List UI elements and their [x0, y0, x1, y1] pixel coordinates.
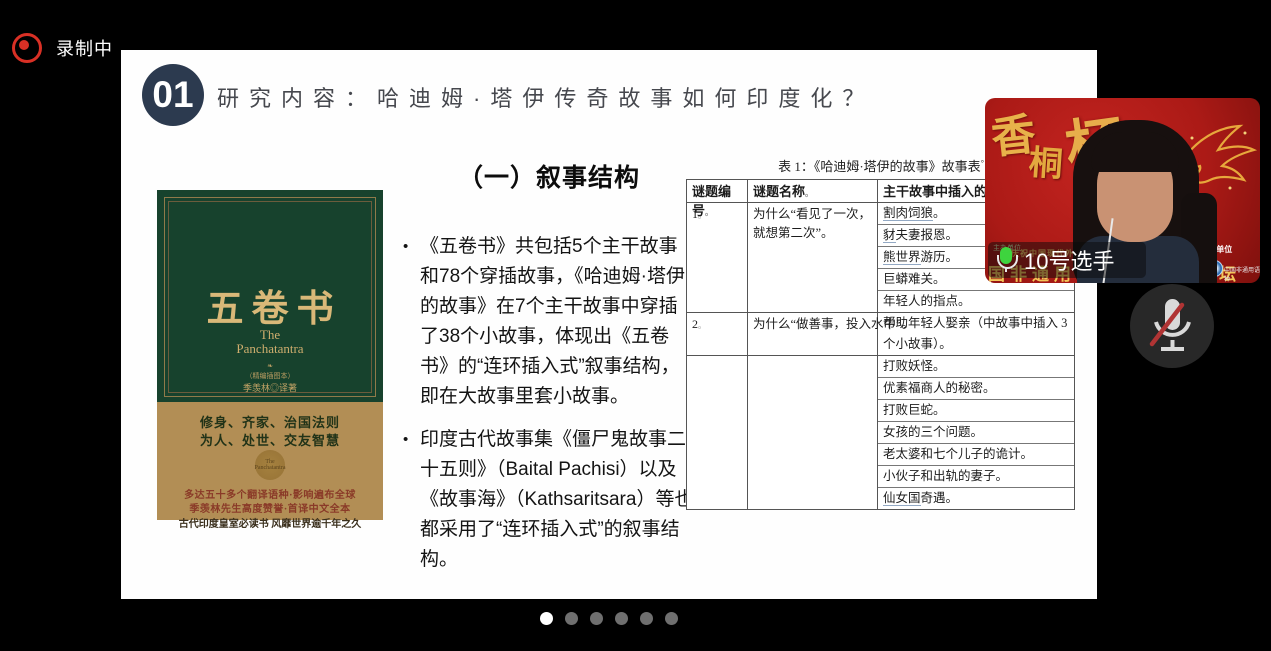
story-item: 仙女国奇遇。: [878, 488, 1074, 509]
cell-riddle-name: 为什么“看见了一次，就想第二次”。: [748, 203, 878, 313]
banner-calligraphy: 桐: [1027, 135, 1064, 186]
cell-riddle-id: 1: [687, 203, 748, 313]
book-promo-line2: 季羡林先生高度赞誉·首译中文全本: [157, 500, 383, 515]
presentation-slide: 01 研究内容：哈迪姆·塔伊传奇故事如何印度化？ 五卷书 The Panchat…: [121, 50, 1097, 599]
microphone-muted-button[interactable]: [1130, 284, 1214, 368]
slide-number-badge: 01: [142, 64, 204, 126]
story-item: 打败妖怪。: [878, 356, 1074, 378]
pagination-dot[interactable]: [565, 612, 578, 625]
bullet-list: 《五卷书》共包括5个主干故事和78个穿插故事，《哈迪姆·塔伊的故事》在7个主干故…: [403, 232, 695, 575]
cell-riddle-id: [687, 356, 748, 510]
mic-muted-icon: [1130, 284, 1214, 368]
cell-stories: 打败妖怪。 优素福商人的秘密。 打败巨蛇。 女孩的三个问题。 老太婆和七个儿子的…: [878, 356, 1075, 510]
story-item: 帮助年轻人娶亲（中故事中插入 3 个小故事）。: [878, 313, 1074, 355]
pagination-dot[interactable]: [665, 612, 678, 625]
participant-name-badge: 10号选手: [988, 242, 1146, 278]
book-band-line2: 为人、处世、交友智慧: [157, 430, 383, 449]
pagination-dot[interactable]: [640, 612, 653, 625]
book-ornament-icon: ❧: [157, 362, 383, 370]
story-item: 女孩的三个问题。: [878, 422, 1074, 444]
book-band-line1: 修身、齐家、治国法则: [157, 412, 383, 431]
pagination-dot[interactable]: [590, 612, 603, 625]
book-title: 五卷书: [157, 278, 383, 332]
header-riddle-id: 谜题编号: [687, 180, 748, 203]
section-heading: （一）叙事结构: [403, 158, 695, 194]
table-row: 2 为什么“做善事，投入水中”。 帮助年轻人娶亲（中故事中插入 3 个小故事）。: [687, 313, 1076, 356]
header-riddle-name: 谜题名称: [748, 180, 878, 203]
table-row: 打败妖怪。 优素福商人的秘密。 打败巨蛇。 女孩的三个问题。 老太婆和七个儿子的…: [687, 356, 1076, 510]
pagination-dot[interactable]: [615, 612, 628, 625]
banner-logo-text: 中国非通用语种: [1224, 265, 1260, 283]
story-item: 小伙子和出轨的妻子。: [878, 466, 1074, 488]
cell-riddle-name: 为什么“做善事，投入水中”。: [748, 313, 878, 356]
book-promo-line3: 古代印度皇室必读书 风靡世界逾千年之久: [157, 515, 383, 530]
bullet-item: 印度古代故事集《僵尸鬼故事二十五则》（Baital Pachisi）以及《故事海…: [403, 425, 695, 575]
mic-active-icon: [996, 246, 1016, 274]
story-item: 年轻人的指点。: [878, 291, 1074, 312]
book-cover: 五卷书 The Panchatantra ❧ （精编插图本） 季羡林◎译著 修身…: [157, 190, 383, 520]
pagination-dot[interactable]: [540, 612, 553, 625]
book-cover-top: 五卷书 The Panchatantra ❧ （精编插图本） 季羡林◎译著: [157, 190, 383, 402]
story-item: 打败巨蛇。: [878, 400, 1074, 422]
book-promo-line1: 多达五十多个翻译语种·影响遍布全球: [157, 486, 383, 501]
recording-icon: [12, 33, 42, 63]
cell-riddle-id: 2: [687, 313, 748, 356]
book-translator: 季羡林◎译著: [157, 381, 383, 394]
bullet-item: 《五卷书》共包括5个主干故事和78个穿插故事，《哈迪姆·塔伊的故事》在7个主干故…: [403, 232, 695, 412]
pagination: [540, 612, 678, 625]
webcam-video-tile[interactable]: 香 桐 杯 庆祝中国现代外 周年 国非通用 术论坛 主办单位 |指导单位 中国非…: [985, 98, 1260, 283]
book-edition: （精编插图本）: [157, 371, 383, 381]
section-block: （一）叙事结构 《五卷书》共包括5个主干故事和78个穿插故事，《哈迪姆·塔伊的故…: [403, 158, 695, 588]
slide-title: 研究内容：哈迪姆·塔伊传奇故事如何印度化？: [217, 81, 874, 113]
story-item: 优素福商人的秘密。: [878, 378, 1074, 400]
cell-riddle-name: [748, 356, 878, 510]
cell-stories: 帮助年轻人娶亲（中故事中插入 3 个小故事）。: [878, 313, 1075, 356]
book-seal-icon: The Panchatantra: [255, 450, 285, 480]
book-cover-bottom: 修身、齐家、治国法则 为人、处世、交友智慧 The Panchatantra 多…: [157, 402, 383, 520]
presenter-hair-fringe: [1091, 132, 1179, 172]
book-subtitle: The Panchatantra: [157, 328, 383, 356]
recording-label: 录制中: [56, 35, 113, 61]
participant-name: 10号选手: [1024, 244, 1114, 276]
story-item: 老太婆和七个儿子的诡计。: [878, 444, 1074, 466]
recording-indicator[interactable]: 录制中: [12, 33, 113, 63]
